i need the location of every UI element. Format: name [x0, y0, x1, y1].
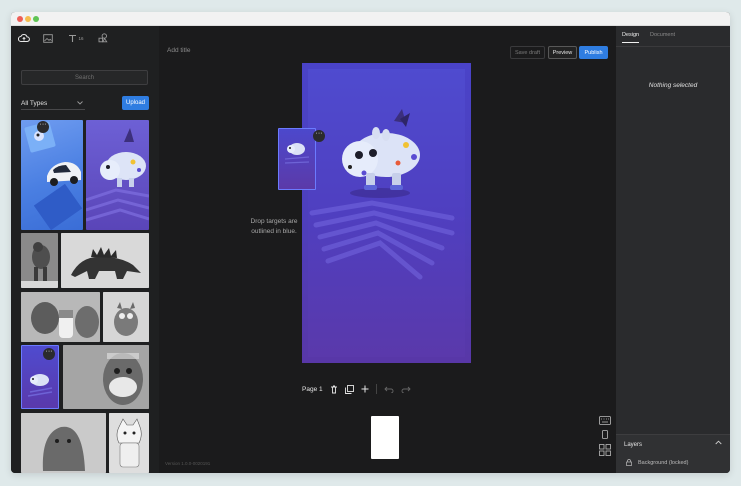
- layers-title: Layers: [624, 442, 643, 448]
- media-item-figurine[interactable]: [21, 233, 58, 288]
- delete-page-icon[interactable]: [330, 385, 338, 394]
- media-item-character-purple[interactable]: [86, 120, 149, 230]
- blob-toy-image: [21, 413, 106, 473]
- upload-button[interactable]: Upload: [122, 96, 149, 110]
- text-icon-badge: 16: [78, 35, 84, 41]
- layers-panel: Layers Background (locked): [616, 434, 730, 473]
- story-page-canvas[interactable]: [302, 63, 471, 363]
- cat-figure-image: [109, 413, 149, 473]
- minimize-window-button[interactable]: [25, 16, 31, 22]
- keyboard-icon[interactable]: [599, 416, 611, 425]
- media-item-toys[interactable]: [21, 292, 100, 342]
- figurine-image: [21, 233, 58, 288]
- dragged-media-preview[interactable]: [278, 128, 316, 190]
- inspector-divider: [616, 46, 730, 47]
- library-tabs: 16: [11, 26, 159, 50]
- close-window-button[interactable]: [17, 16, 23, 22]
- window-titlebar: [11, 12, 730, 26]
- media-item-cat-figure[interactable]: [109, 413, 149, 473]
- page-controls: Page 1: [302, 383, 411, 395]
- drop-targets-hint: Drop targets are outlined in blue.: [250, 218, 298, 235]
- maximize-window-button[interactable]: [33, 16, 39, 22]
- media-item-options-icon[interactable]: ···: [43, 348, 55, 360]
- tab-design[interactable]: Design: [622, 32, 640, 43]
- chevron-up-icon[interactable]: [715, 440, 722, 445]
- character-image: [86, 128, 149, 222]
- inspector-panel: Design Document Nothing selected Layers …: [616, 26, 730, 473]
- publish-button[interactable]: Publish: [579, 46, 608, 59]
- media-type-select[interactable]: All Types: [21, 97, 85, 110]
- sock-monkey-image: [63, 345, 149, 409]
- editor-area: Add title Save draft Preview Publish ···…: [159, 26, 616, 473]
- story-title-input[interactable]: Add title: [167, 47, 191, 54]
- media-item-sock-monkey[interactable]: [63, 345, 149, 409]
- add-page-icon[interactable]: [361, 385, 369, 393]
- lock-icon: [626, 459, 632, 466]
- media-item-blob-toy[interactable]: [21, 413, 106, 473]
- image-icon[interactable]: [42, 31, 54, 45]
- view-switcher: [599, 416, 611, 456]
- redo-icon[interactable]: [401, 386, 411, 393]
- grid-view-icon[interactable]: [599, 444, 611, 456]
- preview-button[interactable]: Preview: [548, 46, 577, 59]
- monster-toy-image: [103, 292, 149, 342]
- layer-item-label: Background (locked): [638, 459, 689, 466]
- media-item-dinosaur[interactable]: [61, 233, 149, 288]
- version-label: Version 1.0.0-0020191: [165, 461, 211, 466]
- media-item-monster-toy[interactable]: [103, 292, 149, 342]
- media-search-input[interactable]: Search: [21, 70, 148, 85]
- chevron-down-icon: [77, 101, 83, 105]
- toolbar-divider: [375, 384, 377, 394]
- page-label: Page 1: [302, 385, 323, 393]
- character-illustration[interactable]: [302, 63, 471, 363]
- media-item-options-icon[interactable]: ···: [37, 121, 49, 133]
- app-window: 16 Search All Types Upload ··· ··· Add t…: [11, 12, 730, 473]
- mobile-view-icon[interactable]: [599, 430, 611, 439]
- car-image: [24, 121, 83, 230]
- tab-document[interactable]: Document: [650, 32, 675, 42]
- library-panel: 16 Search All Types Upload ··· ···: [11, 26, 159, 473]
- empty-selection-message: Nothing selected: [648, 82, 698, 89]
- upload-cloud-icon[interactable]: [17, 31, 31, 45]
- duplicate-page-icon[interactable]: [344, 384, 354, 394]
- media-item-car[interactable]: [21, 120, 83, 230]
- toys-image: [21, 292, 100, 342]
- save-draft-button[interactable]: Save draft: [510, 46, 545, 59]
- media-item-options-icon[interactable]: ···: [313, 130, 325, 142]
- text-icon[interactable]: 16: [67, 31, 85, 45]
- character-small-image: [284, 143, 310, 164]
- layer-item-background[interactable]: Background (locked): [626, 459, 688, 466]
- undo-icon[interactable]: [383, 386, 394, 393]
- media-type-value: All Types: [21, 99, 48, 107]
- dinosaur-image: [61, 233, 149, 288]
- shapes-icon[interactable]: [97, 31, 109, 45]
- page-thumbnail[interactable]: [371, 416, 399, 459]
